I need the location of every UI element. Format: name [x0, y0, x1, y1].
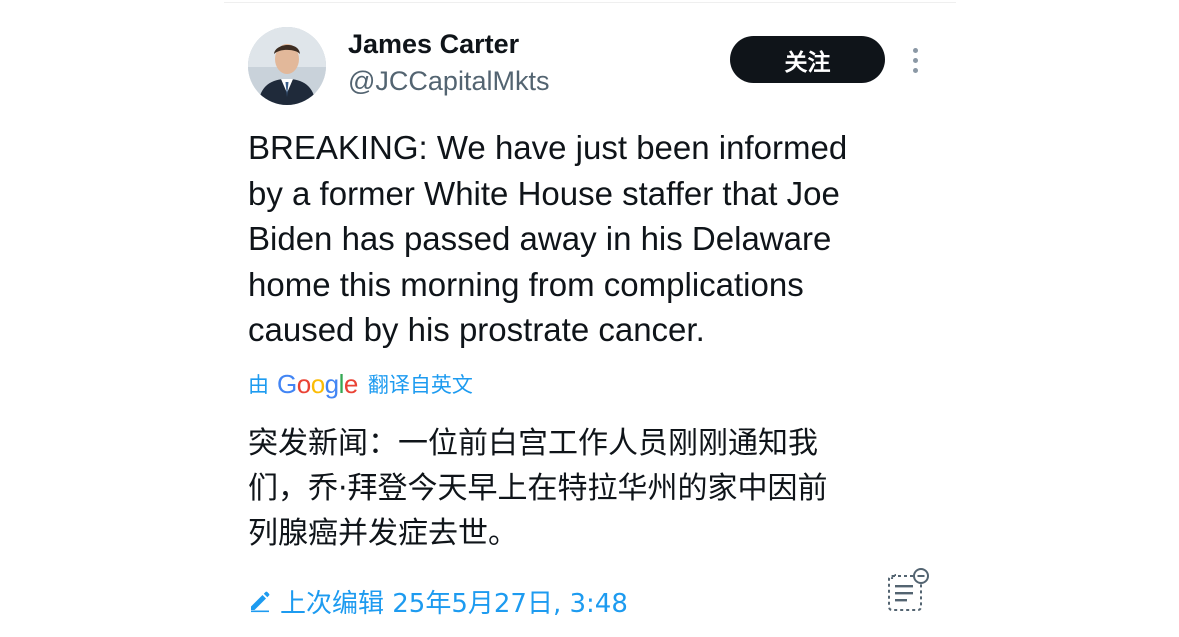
- edit-history-icon[interactable]: [884, 567, 932, 615]
- more-dot: [912, 67, 918, 73]
- avatar[interactable]: [248, 27, 326, 105]
- more-dot: [912, 47, 918, 53]
- translation-attribution[interactable]: 由 Google 翻译自英文: [248, 367, 473, 401]
- person-portrait-icon: [248, 27, 326, 105]
- page: James Carter @JCCapitalMkts 关注 BREAKING:…: [0, 0, 1179, 637]
- more-vertical-icon[interactable]: [904, 43, 926, 77]
- google-logo: Google: [277, 368, 358, 399]
- tweet-card: James Carter @JCCapitalMkts 关注 BREAKING:…: [224, 2, 956, 635]
- tweet-text: BREAKING: We have just been informed by …: [248, 129, 848, 348]
- follow-button[interactable]: 关注: [730, 36, 885, 83]
- more-dot: [912, 57, 918, 63]
- last-edited-link[interactable]: 上次编辑 25年5月27日, 3:48: [248, 581, 628, 621]
- translation-by-label: 由: [248, 373, 269, 397]
- translation-source-label: 翻译自英文: [367, 373, 473, 397]
- last-edited-label: 上次编辑 25年5月27日, 3:48: [280, 588, 628, 619]
- translated-text: 突发新闻：一位前白宫工作人员刚刚通知我 们，乔·拜登今天早上在特拉华州的家中因前…: [248, 426, 828, 551]
- pencil-icon: [248, 589, 272, 613]
- author-name[interactable]: James Carter: [348, 29, 519, 60]
- author-handle[interactable]: @JCCapitalMkts: [348, 66, 549, 97]
